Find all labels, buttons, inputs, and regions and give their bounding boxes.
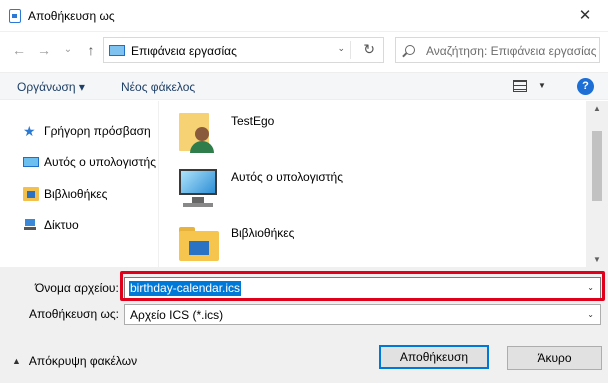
- address-separator: [350, 41, 351, 59]
- address-dropdown-icon[interactable]: ⌄: [337, 43, 345, 54]
- network-icon: [23, 218, 39, 232]
- scroll-thumb[interactable]: [592, 131, 602, 201]
- computer-icon: [175, 165, 221, 211]
- back-arrow-icon[interactable]: ←: [9, 40, 29, 60]
- help-icon[interactable]: ?: [577, 78, 594, 95]
- address-text: Επιφάνεια εργασίας: [131, 44, 237, 58]
- save-button[interactable]: Αποθήκευση: [379, 345, 489, 369]
- title-bar: Αποθήκευση ως ✕: [0, 0, 608, 32]
- view-dropdown-icon[interactable]: ▼: [538, 81, 546, 90]
- recent-locations-icon[interactable]: ⌄: [58, 40, 78, 60]
- close-button[interactable]: ✕: [562, 0, 608, 32]
- search-input[interactable]: Αναζήτηση: Επιφάνεια εργασίας: [426, 44, 596, 58]
- save-form: Όνομα αρχείου: birthday-calendar.ics ⌄ Α…: [0, 267, 608, 327]
- scroll-up-icon[interactable]: ▲: [593, 104, 601, 113]
- libraries-icon: [23, 187, 39, 201]
- file-label: TestEgo: [231, 114, 275, 128]
- sidebar-item-label: Δίκτυο: [44, 218, 79, 232]
- sidebar-item-label: Γρήγορη πρόσβαση: [44, 124, 151, 138]
- hide-folders-button[interactable]: ▲ Απόκρυψη φακέλων: [12, 354, 137, 368]
- forward-arrow-icon[interactable]: →: [34, 40, 54, 60]
- sidebar-item-this-pc[interactable]: Αυτός ο υπολογιστής: [23, 153, 156, 171]
- computer-icon: [23, 157, 39, 167]
- sidebar-item-libraries[interactable]: Βιβλιοθήκες: [23, 185, 107, 203]
- filename-label: Όνομα αρχείου:: [35, 281, 119, 295]
- chevron-up-icon: ▲: [12, 356, 21, 366]
- list-item[interactable]: Βιβλιοθήκες: [175, 221, 294, 267]
- search-box[interactable]: Αναζήτηση: Επιφάνεια εργασίας: [395, 37, 600, 63]
- desktop-icon: [109, 45, 125, 56]
- sidebar-item-label: Βιβλιοθήκες: [44, 187, 108, 201]
- navigation-pane: ★ Γρήγορη πρόσβαση Αυτός ο υπολογιστής Β…: [0, 101, 158, 267]
- up-arrow-icon[interactable]: ↑: [81, 40, 101, 60]
- list-item[interactable]: Αυτός ο υπολογιστής: [175, 165, 343, 211]
- filename-value: birthday-calendar.ics: [129, 281, 242, 296]
- dialog-footer: ▲ Απόκρυψη φακέλων Αποθήκευση Άκυρο: [0, 327, 608, 383]
- navigation-bar: ← → ⌄ ↑ Επιφάνεια εργασίας ⌄ ↻ Αναζήτηση…: [0, 32, 608, 68]
- sidebar-item-network[interactable]: Δίκτυο: [23, 216, 79, 234]
- address-bar[interactable]: Επιφάνεια εργασίας ⌄ ↻: [103, 37, 384, 63]
- file-list: TestEgo Αυτός ο υπολογιστής Βιβλιοθήκες: [158, 101, 586, 267]
- new-folder-button[interactable]: Νέος φάκελος: [121, 80, 195, 94]
- savetype-value: Αρχείο ICS (*.ics): [130, 308, 224, 322]
- sidebar-item-quick-access[interactable]: ★ Γρήγορη πρόσβαση: [23, 122, 151, 140]
- search-icon: [405, 45, 415, 55]
- refresh-icon[interactable]: ↻: [363, 41, 375, 58]
- savetype-select[interactable]: Αρχείο ICS (*.ics) ⌄: [124, 304, 601, 325]
- filename-field[interactable]: birthday-calendar.ics ⌄: [124, 277, 601, 299]
- window-title: Αποθήκευση ως: [28, 9, 115, 23]
- savetype-label: Αποθήκευση ως:: [29, 307, 119, 321]
- hide-folders-label: Απόκρυψη φακέλων: [28, 354, 138, 368]
- filename-dropdown-icon[interactable]: ⌄: [587, 283, 594, 292]
- vertical-scrollbar[interactable]: ▲ ▼: [586, 101, 608, 267]
- view-options-icon[interactable]: [513, 80, 527, 92]
- sidebar-item-label: Αυτός ο υπολογιστής: [44, 155, 156, 169]
- list-item[interactable]: TestEgo: [175, 109, 274, 155]
- scroll-down-icon[interactable]: ▼: [593, 255, 601, 264]
- libraries-folder-icon: [175, 221, 221, 267]
- organize-button[interactable]: Οργάνωση ▾: [17, 80, 85, 94]
- file-label: Βιβλιοθήκες: [231, 226, 295, 240]
- user-folder-icon: [175, 109, 221, 155]
- cancel-button[interactable]: Άκυρο: [507, 346, 602, 370]
- toolbar: Οργάνωση ▾ Νέος φάκελος ▼ ?: [0, 72, 608, 100]
- savetype-dropdown-icon[interactable]: ⌄: [587, 310, 594, 319]
- star-icon: ★: [23, 123, 36, 139]
- file-label: Αυτός ο υπολογιστής: [231, 170, 343, 184]
- save-dialog-icon: [9, 9, 21, 23]
